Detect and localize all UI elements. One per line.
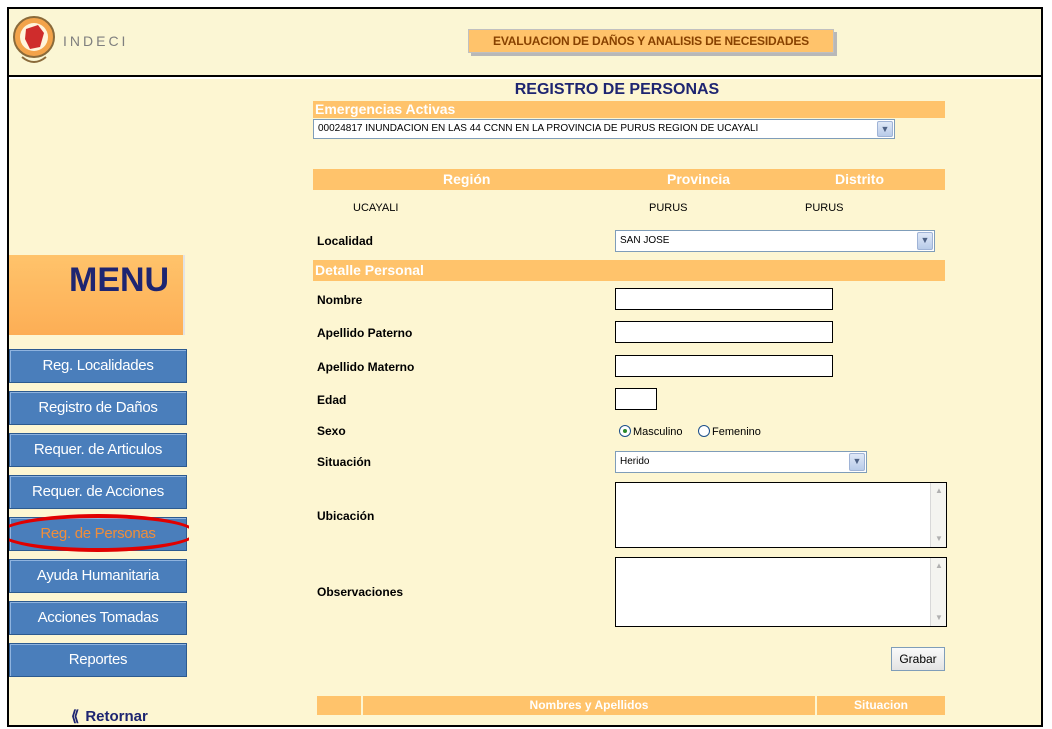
ubicacion-label: Ubicación [317, 509, 375, 523]
scroll-up-icon[interactable]: ▲ [932, 559, 946, 573]
ubicacion-textarea[interactable]: ▲ ▼ [615, 482, 947, 548]
sexo-masculino-radio[interactable]: Masculino [619, 425, 683, 439]
distrito-value: PURUS [805, 202, 844, 214]
chevron-down-icon: ▼ [849, 453, 865, 471]
emergencia-select[interactable]: 00024817 INUNDACION EN LAS 44 CCNN EN LA… [313, 119, 895, 139]
apellido-paterno-label: Apellido Paterno [317, 326, 413, 340]
scroll-down-icon[interactable]: ▼ [932, 611, 946, 625]
detalle-personal-header: Detalle Personal [313, 260, 945, 281]
app-title-banner: EVALUACION DE DAÑOS Y ANALISIS DE NECESI… [468, 29, 834, 53]
emergencias-header-label: Emergencias Activas [315, 101, 456, 117]
radio-unchecked-icon [698, 425, 710, 437]
nav-reg-localidades-button[interactable]: Reg. Localidades [9, 349, 187, 383]
sexo-femenino-radio[interactable]: Femenino [698, 425, 761, 439]
nav-reportes-button[interactable]: Reportes [9, 643, 187, 677]
retornar-link[interactable]: ⟪ Retornar [71, 707, 148, 725]
chevron-down-icon: ▼ [917, 232, 933, 250]
scroll-down-icon[interactable]: ▼ [932, 532, 946, 546]
indeci-logo-icon [13, 16, 55, 63]
nav-requer-acciones-button[interactable]: Requer. de Acciones [9, 475, 187, 509]
header-bar: INDECI EVALUACION DE DAÑOS Y ANALISIS DE… [9, 9, 1041, 77]
localidad-select[interactable]: SAN JOSE ▼ [615, 230, 935, 252]
provincia-value: PURUS [649, 202, 688, 214]
sexo-label: Sexo [317, 424, 346, 438]
double-chevron-left-icon: ⟪ [71, 708, 80, 725]
situacion-select[interactable]: Herido ▼ [615, 451, 867, 473]
emergencia-select-value: 00024817 INUNDACION EN LAS 44 CCNN EN LA… [318, 123, 759, 134]
edad-input[interactable] [615, 388, 657, 410]
observaciones-label: Observaciones [317, 585, 404, 599]
menu-title-box: MENU [9, 255, 185, 335]
apellido-materno-label: Apellido Materno [317, 360, 415, 374]
sidebar: MENU Reg. Localidades Registro de Daños … [9, 79, 197, 725]
table-header-nombres: Nombres y Apellidos [363, 696, 815, 715]
nav-registro-danos-button[interactable]: Registro de Daños [9, 391, 187, 425]
nav-acciones-tomadas-button[interactable]: Acciones Tomadas [9, 601, 187, 635]
highlight-ring [9, 514, 197, 552]
retornar-label: Retornar [85, 708, 148, 725]
sexo-masculino-label: Masculino [633, 426, 683, 438]
region-header: Región [443, 171, 491, 187]
nombre-label: Nombre [317, 293, 363, 307]
scroll-up-icon[interactable]: ▲ [932, 484, 946, 498]
apellido-materno-input[interactable] [615, 355, 833, 377]
distrito-header: Distrito [835, 171, 884, 187]
nav-ayuda-humanitaria-button[interactable]: Ayuda Humanitaria [9, 559, 187, 593]
ubicacion-header-row: Región Provincia Distrito [313, 169, 945, 190]
situacion-select-value: Herido [620, 456, 650, 467]
radio-checked-icon [619, 425, 631, 437]
detalle-personal-label: Detalle Personal [315, 262, 424, 278]
brand-text: INDECI [63, 33, 129, 49]
nav-requer-articulos-button[interactable]: Requer. de Articulos [9, 433, 187, 467]
edad-label: Edad [317, 393, 347, 407]
apellido-paterno-input[interactable] [615, 321, 833, 343]
situacion-label: Situación [317, 455, 372, 469]
provincia-header: Provincia [667, 171, 731, 187]
textarea-scrollbar[interactable]: ▲ ▼ [930, 483, 946, 547]
localidad-select-value: SAN JOSE [620, 235, 670, 246]
grabar-button[interactable]: Grabar [891, 647, 945, 671]
observaciones-textarea[interactable]: ▲ ▼ [615, 557, 947, 627]
sexo-femenino-label: Femenino [712, 426, 761, 438]
textarea-scrollbar[interactable]: ▲ ▼ [930, 558, 946, 626]
menu-title: MENU [69, 261, 170, 299]
region-value: UCAYALI [353, 202, 399, 214]
app-window: INDECI EVALUACION DE DAÑOS Y ANALISIS DE… [7, 7, 1043, 727]
localidad-label: Localidad [317, 234, 374, 248]
nombre-input[interactable] [615, 288, 833, 310]
main-content: REGISTRO DE PERSONAS Emergencias Activas… [189, 79, 1041, 725]
emergencias-header: Emergencias Activas [313, 101, 945, 118]
page-title: REGISTRO DE PERSONAS [514, 81, 720, 98]
table-header-situacion: Situacion [817, 696, 945, 715]
chevron-down-icon: ▼ [877, 121, 893, 137]
table-header-empty [317, 696, 361, 715]
